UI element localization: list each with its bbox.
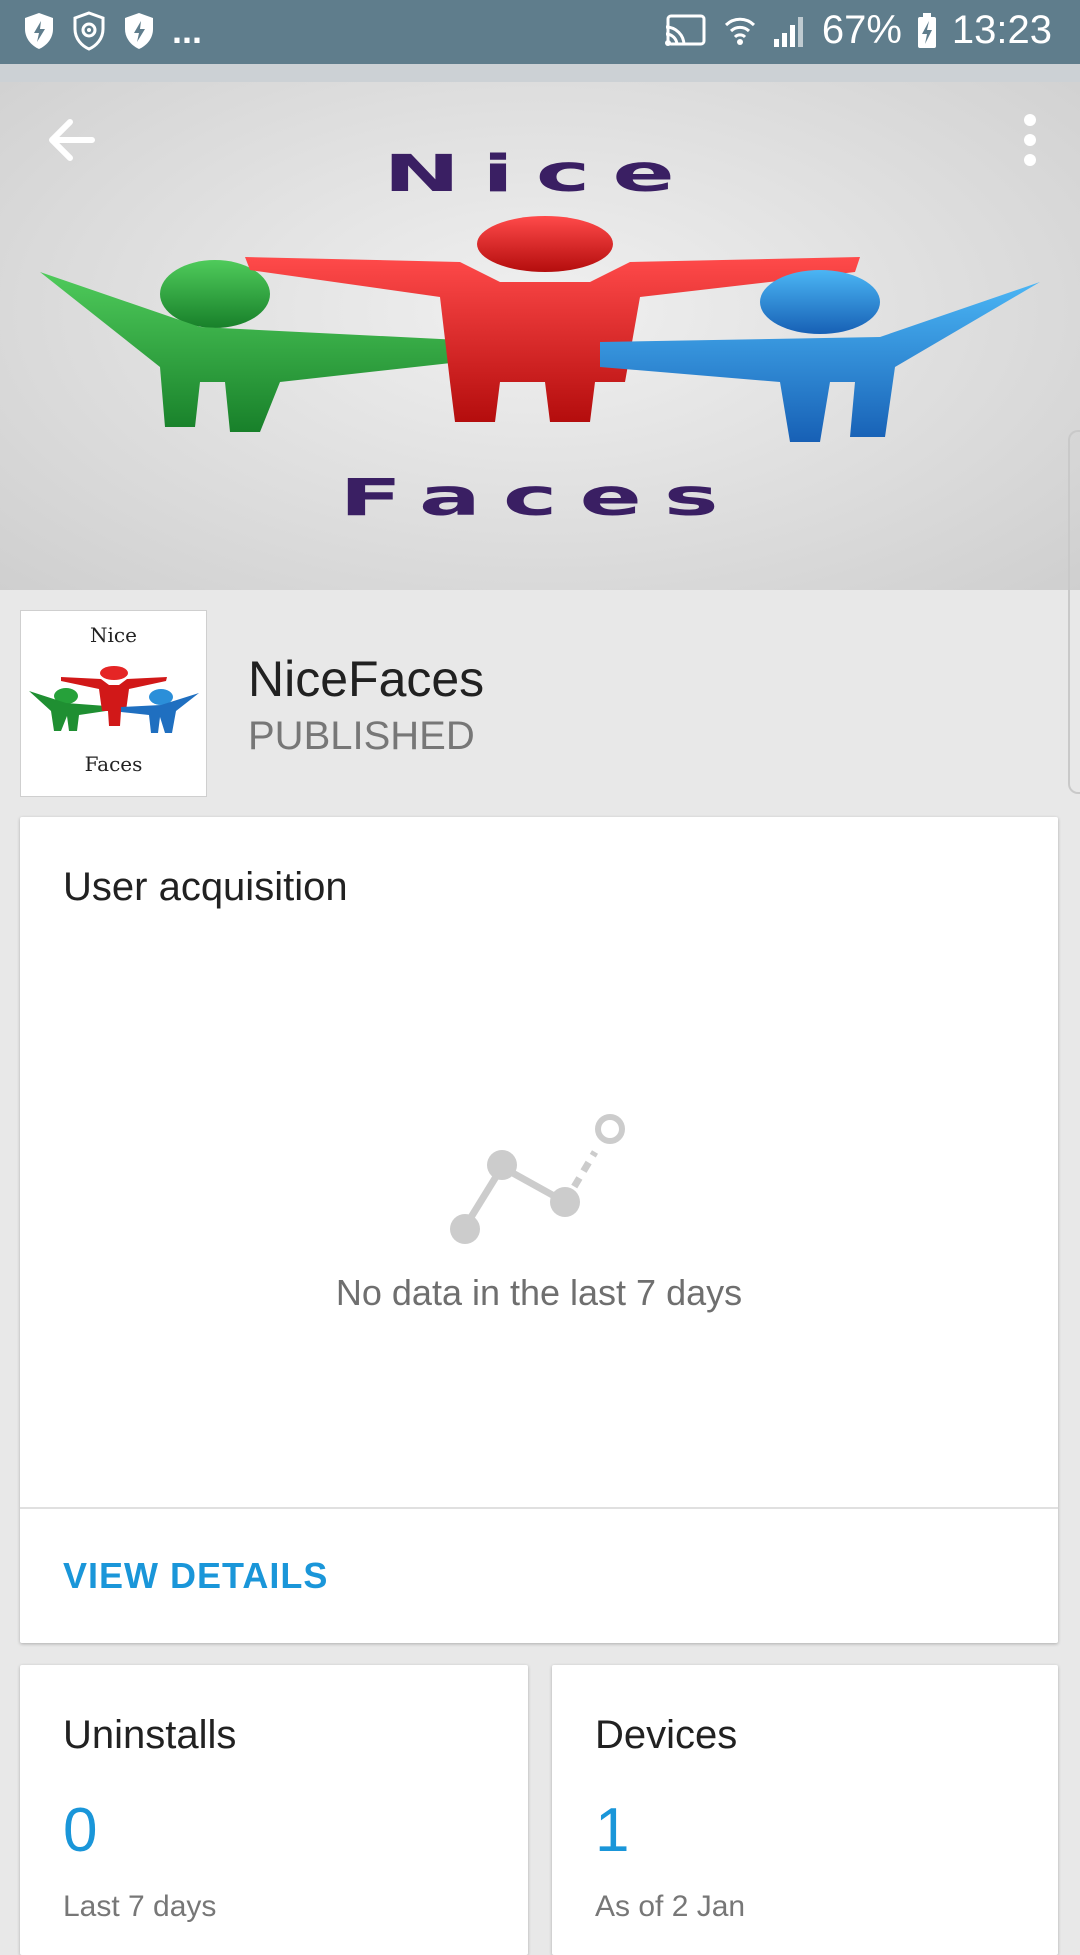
- battery-percent: 67%: [821, 8, 902, 52]
- cast-icon: [664, 14, 706, 46]
- view-details-button[interactable]: VIEW DETAILS: [63, 1555, 328, 1597]
- empty-chart-icon: [450, 1114, 625, 1244]
- app-icon-subtitle: Faces: [84, 752, 143, 776]
- app-summary: Nice Faces NiceFaces PUBLISHED: [0, 590, 1080, 800]
- shield-eye-icon: [73, 11, 105, 51]
- shield-bolt-icon: [125, 13, 153, 49]
- devices-period: As of 2 Jan: [595, 1890, 746, 1923]
- uninstalls-period: Last 7 days: [63, 1890, 217, 1923]
- uninstalls-title: Uninstalls: [63, 1713, 237, 1757]
- app-banner: Nice Faces: [0, 82, 1080, 590]
- wifi-icon: [724, 17, 755, 45]
- card-divider: [20, 1507, 1058, 1509]
- more-notifications: ...: [172, 10, 203, 51]
- clock: 13:23: [951, 8, 1052, 52]
- card-title: User acquisition: [63, 865, 348, 909]
- uninstalls-value: 0: [63, 1796, 98, 1865]
- status-bar-shadow: [0, 64, 1080, 82]
- app-icon: Nice Faces: [20, 610, 207, 797]
- app-name: NiceFaces: [248, 651, 485, 707]
- banner-subtitle: Faces: [339, 468, 741, 527]
- devices-title: Devices: [595, 1713, 738, 1757]
- back-arrow-icon[interactable]: [40, 108, 104, 172]
- uninstalls-card[interactable]: Uninstalls 0 Last 7 days: [20, 1665, 528, 1955]
- status-bar-right: 67% 13:23: [664, 8, 1052, 53]
- signal-icon: [773, 16, 803, 47]
- shield-bolt-icon: [25, 13, 53, 49]
- battery-charging-icon: [917, 12, 936, 48]
- devices-card[interactable]: Devices 1 As of 2 Jan: [552, 1665, 1058, 1955]
- status-bar: ... 67% 13:23: [0, 0, 1080, 64]
- empty-state-text: No data in the last 7 days: [335, 1272, 743, 1313]
- app-status: PUBLISHED: [248, 714, 475, 758]
- devices-value: 1: [595, 1796, 630, 1865]
- status-bar-left: ...: [22, 10, 202, 52]
- user-acquisition-card: User acquisition No data in the last 7 d…: [20, 817, 1058, 1643]
- more-options-icon[interactable]: [1010, 108, 1050, 172]
